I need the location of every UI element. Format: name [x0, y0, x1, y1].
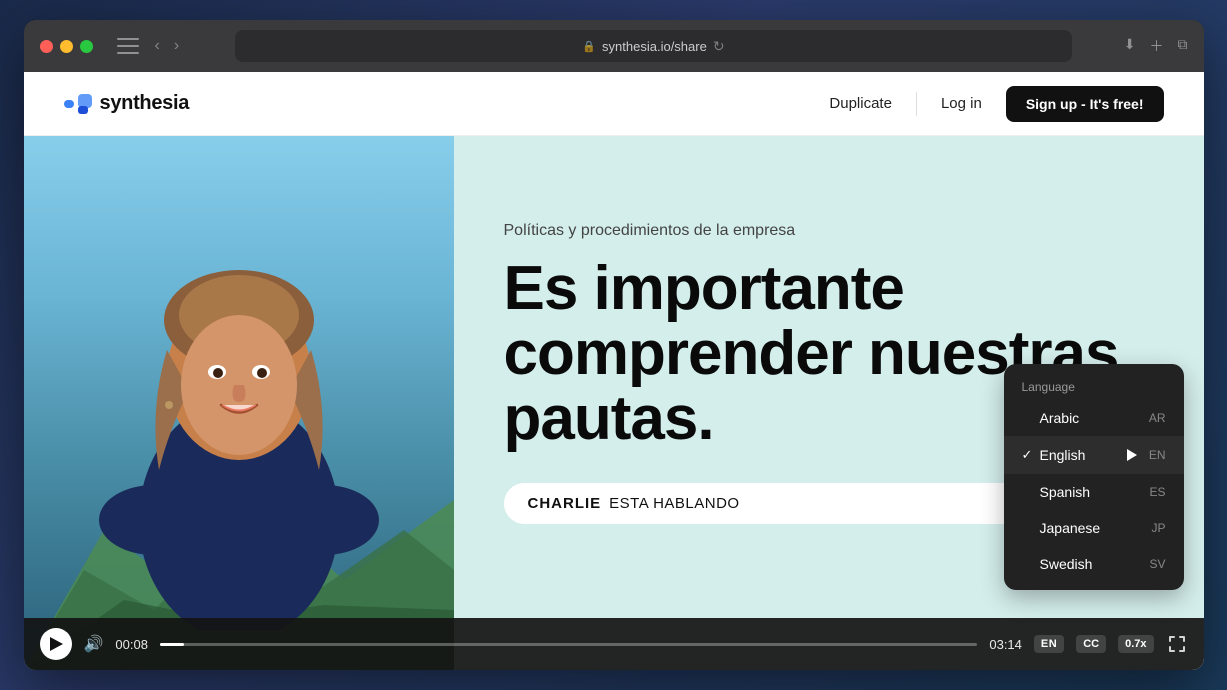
- forward-arrow[interactable]: ›: [170, 35, 183, 57]
- lang-name-arabic: Arabic: [1040, 410, 1141, 426]
- language-item-swedish[interactable]: Swedish SV: [1004, 546, 1184, 582]
- lang-code-english: EN: [1149, 448, 1166, 462]
- dropdown-header: Language: [1004, 372, 1184, 400]
- check-mark-arabic: [1022, 411, 1040, 426]
- time-current: 00:08: [115, 637, 148, 652]
- language-item-arabic[interactable]: Arabic AR: [1004, 400, 1184, 436]
- address-bar[interactable]: 🔒 synthesia.io/share ↻: [235, 30, 1072, 62]
- sidebar-toggle[interactable]: [117, 38, 139, 54]
- url-text: synthesia.io/share: [602, 39, 707, 54]
- signup-button[interactable]: Sign up - It's free!: [1006, 86, 1164, 122]
- play-icon-english: [1123, 446, 1141, 464]
- speed-badge[interactable]: 0.7x: [1118, 635, 1153, 653]
- speaker-status: ESTA HABLANDO: [609, 495, 739, 512]
- cc-badge[interactable]: CC: [1076, 635, 1106, 653]
- language-dropdown[interactable]: Language Arabic AR ✓ English: [1004, 364, 1184, 590]
- back-arrow[interactable]: ‹: [151, 35, 164, 57]
- refresh-icon[interactable]: ↻: [713, 38, 725, 55]
- browser-toolbar: ‹ › 🔒 synthesia.io/share ↻ ⬇ ＋ ⧉: [24, 20, 1204, 72]
- lang-code-spanish: ES: [1149, 485, 1165, 499]
- play-button[interactable]: [40, 628, 72, 660]
- check-mark-english: ✓: [1022, 447, 1040, 463]
- lang-name-english: English: [1040, 447, 1117, 463]
- logo-icon: [64, 94, 92, 114]
- play-icon: [50, 637, 63, 651]
- time-total: 03:14: [989, 637, 1022, 652]
- nav-divider: [916, 92, 917, 116]
- login-button[interactable]: Log in: [941, 95, 982, 112]
- progress-fill: [160, 643, 185, 646]
- logo: synthesia: [64, 92, 190, 115]
- lang-name-spanish: Spanish: [1040, 484, 1142, 500]
- minimize-button[interactable]: [60, 40, 73, 53]
- lang-code-swedish: SV: [1149, 557, 1165, 571]
- language-item-english[interactable]: ✓ English EN: [1004, 436, 1184, 474]
- progress-bar[interactable]: [160, 643, 977, 646]
- speaker-name: CHARLIE: [528, 495, 602, 512]
- page-content: synthesia Duplicate Log in Sign up - It'…: [24, 72, 1204, 670]
- check-mark-swedish: [1022, 557, 1040, 572]
- traffic-lights: [40, 40, 93, 53]
- lang-name-swedish: Swedish: [1040, 556, 1142, 572]
- controls-bar: 🔊 00:08 03:14 EN CC 0.7x: [24, 618, 1204, 670]
- logo-text: synthesia: [100, 92, 190, 115]
- top-nav: synthesia Duplicate Log in Sign up - It'…: [24, 72, 1204, 136]
- lang-code-japanese: JP: [1151, 521, 1165, 535]
- nav-arrows: ‹ ›: [151, 35, 184, 57]
- lock-icon: 🔒: [582, 40, 596, 53]
- close-button[interactable]: [40, 40, 53, 53]
- language-badge[interactable]: EN: [1034, 635, 1064, 653]
- download-icon[interactable]: ⬇: [1124, 36, 1136, 56]
- video-subtitle: Políticas y procedimientos de la empresa: [504, 222, 1154, 240]
- check-mark-japanese: [1022, 521, 1040, 536]
- volume-icon[interactable]: 🔊: [84, 634, 104, 654]
- browser-window: ‹ › 🔒 synthesia.io/share ↻ ⬇ ＋ ⧉ synthes…: [24, 20, 1204, 670]
- content-side: Políticas y procedimientos de la empresa…: [454, 136, 1204, 670]
- check-mark-spanish: [1022, 485, 1040, 500]
- avatar-side: [24, 136, 454, 670]
- maximize-button[interactable]: [80, 40, 93, 53]
- nav-right: Duplicate Log in Sign up - It's free!: [829, 86, 1163, 122]
- lang-name-japanese: Japanese: [1040, 520, 1144, 536]
- tabs-icon[interactable]: ⧉: [1178, 36, 1188, 56]
- lang-code-arabic: AR: [1149, 411, 1166, 425]
- duplicate-button[interactable]: Duplicate: [829, 95, 892, 112]
- toolbar-right-icons: ⬇ ＋ ⧉: [1124, 36, 1188, 56]
- video-container: Políticas y procedimientos de la empresa…: [24, 136, 1204, 670]
- language-item-spanish[interactable]: Spanish ES: [1004, 474, 1184, 510]
- fullscreen-button[interactable]: [1166, 633, 1188, 655]
- add-tab-icon[interactable]: ＋: [1150, 36, 1164, 56]
- language-item-japanese[interactable]: Japanese JP: [1004, 510, 1184, 546]
- fullscreen-icon: [1168, 635, 1186, 653]
